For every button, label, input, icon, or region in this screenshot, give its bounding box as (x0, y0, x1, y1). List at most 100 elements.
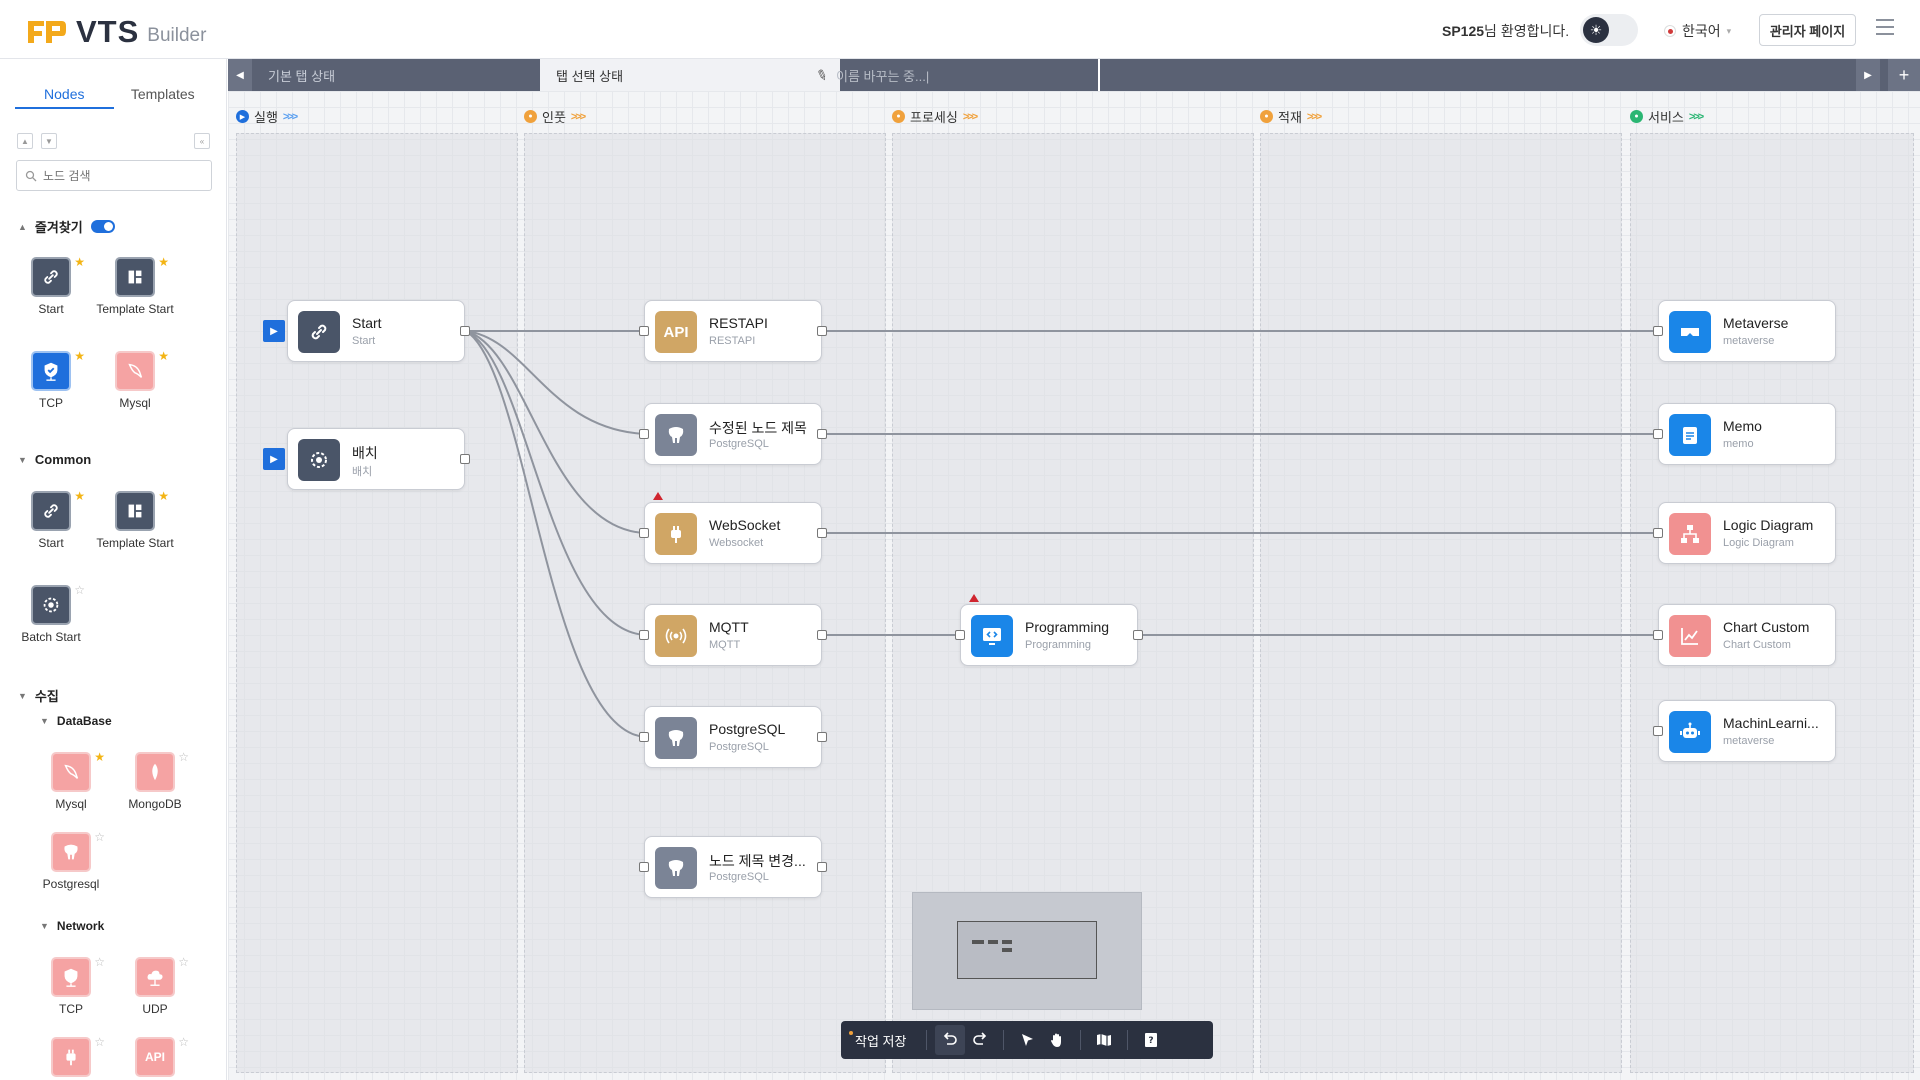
minimap-viewport[interactable] (957, 921, 1097, 979)
save-work-button[interactable]: 작업 저장 (849, 1021, 918, 1059)
node-pg-renamed[interactable]: 노드 제목 변경... PostgreSQL (639, 836, 827, 898)
star-outline-icon[interactable]: ☆ (74, 583, 85, 597)
node-postgresql[interactable]: PostgreSQL PostgreSQL (639, 706, 827, 768)
subsection-database[interactable]: ▼ DataBase (40, 714, 112, 728)
select-tool-button[interactable] (1012, 1025, 1042, 1055)
tile-db-mongodb[interactable]: ☆ MongoDB (110, 750, 200, 811)
section-common[interactable]: ▼ Common (18, 452, 91, 467)
output-port[interactable] (817, 528, 827, 538)
help-guide-button[interactable]: ? (1136, 1025, 1166, 1055)
expand-all-icon[interactable]: ▲ (17, 133, 33, 149)
node-start[interactable]: Start Start (287, 300, 470, 362)
output-port[interactable] (1133, 630, 1143, 640)
tile-common-template-start[interactable]: ★ Template Start (90, 489, 180, 550)
star-filled-icon[interactable]: ★ (74, 489, 85, 503)
node-pg-edited[interactable]: 수정된 노드 제목 PostgreSQL (639, 403, 827, 465)
theme-toggle[interactable]: ☀ (1580, 14, 1638, 46)
collapse-sidebar-icon[interactable]: « (194, 133, 210, 149)
tile-fav-mysql[interactable]: ★ Mysql (90, 349, 180, 410)
toolbar-divider (926, 1030, 928, 1050)
tile-label: Start (38, 302, 64, 316)
tile-common-start[interactable]: ★ Start (6, 489, 96, 550)
tile-net-tcp[interactable]: ☆ TCP (26, 955, 116, 1016)
run-start-button[interactable]: ▶ (263, 320, 285, 342)
node-machine-learning[interactable]: MachinLearni... metaverse (1653, 700, 1836, 762)
hand-icon (1051, 1033, 1062, 1047)
tile-net-websocket[interactable]: ☆ (26, 1035, 116, 1077)
elephant-icon (655, 847, 697, 889)
tile-net-udp[interactable]: ☆ UDP (110, 955, 200, 1016)
input-port[interactable] (1653, 429, 1663, 439)
minimap[interactable] (912, 892, 1142, 1010)
collapse-all-icon[interactable]: ▼ (41, 133, 57, 149)
star-outline-icon[interactable]: ☆ (178, 750, 189, 764)
menu-icon[interactable] (1876, 19, 1894, 37)
pan-tool-button[interactable] (1042, 1025, 1072, 1055)
node-subtitle: PostgreSQL (709, 438, 769, 450)
admin-page-button[interactable]: 관리자 페이지 (1759, 14, 1856, 46)
output-port[interactable] (817, 732, 827, 742)
node-websocket[interactable]: WebSocket Websocket (639, 502, 827, 564)
node-logic-diagram[interactable]: Logic Diagram Logic Diagram (1653, 502, 1836, 564)
redo-button[interactable] (965, 1025, 995, 1055)
undo-button[interactable] (935, 1025, 966, 1055)
language-select[interactable]: 한국어 ▾ (1664, 21, 1731, 41)
output-port[interactable] (817, 326, 827, 336)
star-filled-icon[interactable]: ★ (158, 255, 169, 269)
node-programming[interactable]: Programming Programming (955, 604, 1143, 666)
node-chart-custom[interactable]: Chart Custom Chart Custom (1653, 604, 1836, 666)
tile-db-postgresql[interactable]: ☆ Postgresql (26, 830, 116, 891)
tab-nodes[interactable]: Nodes (15, 79, 114, 109)
star-outline-icon[interactable]: ☆ (178, 955, 189, 969)
tile-net-api[interactable]: API ☆ (110, 1035, 200, 1077)
favorites-toggle[interactable] (90, 220, 115, 233)
map-toggle-button[interactable] (1089, 1025, 1119, 1055)
star-filled-icon[interactable]: ★ (94, 750, 105, 764)
input-port[interactable] (639, 528, 649, 538)
output-port[interactable] (460, 454, 470, 464)
input-port[interactable] (1653, 630, 1663, 640)
input-port[interactable] (639, 630, 649, 640)
input-port[interactable] (1653, 326, 1663, 336)
caret-down-icon: ▼ (18, 454, 27, 465)
input-port[interactable] (1653, 726, 1663, 736)
star-outline-icon[interactable]: ☆ (94, 830, 105, 844)
tile-fav-tcp[interactable]: ★ TCP (6, 349, 96, 410)
tile-fav-template-start[interactable]: ★ Template Start (90, 255, 180, 316)
flow-canvas[interactable]: ◀ 기본 탭 상태 ✎ 탭 선택 상태 ✎ 이름 바꾸는 중...| ▶ + ▶… (228, 59, 1920, 1080)
node-search[interactable] (16, 160, 212, 191)
output-port[interactable] (817, 630, 827, 640)
node-memo[interactable]: Memo memo (1653, 403, 1836, 465)
section-favorites[interactable]: ▲ 즐겨찾기 (18, 217, 115, 236)
input-port[interactable] (639, 429, 649, 439)
node-metaverse[interactable]: Metaverse metaverse (1653, 300, 1836, 362)
star-filled-icon[interactable]: ★ (158, 349, 169, 363)
toolbar-divider (1127, 1030, 1129, 1050)
run-batch-button[interactable]: ▶ (263, 448, 285, 470)
output-port[interactable] (460, 326, 470, 336)
output-port[interactable] (817, 429, 827, 439)
node-mqtt[interactable]: MQTT MQTT (639, 604, 827, 666)
input-port[interactable] (639, 326, 649, 336)
tile-common-batch-start[interactable]: ☆ Batch Start (6, 583, 96, 644)
star-filled-icon[interactable]: ★ (158, 489, 169, 503)
output-port[interactable] (817, 862, 827, 872)
node-batch[interactable]: 배치 배치 (287, 428, 470, 490)
star-filled-icon[interactable]: ★ (74, 349, 85, 363)
star-outline-icon[interactable]: ☆ (94, 1035, 105, 1049)
subsection-network[interactable]: ▼ Network (40, 919, 104, 933)
star-outline-icon[interactable]: ☆ (94, 955, 105, 969)
tile-db-mysql[interactable]: ★ Mysql (26, 750, 116, 811)
input-port[interactable] (639, 862, 649, 872)
search-input[interactable] (43, 168, 203, 183)
tab-templates[interactable]: Templates (114, 79, 213, 109)
input-port[interactable] (639, 732, 649, 742)
logo[interactable]: VTS Builder (24, 14, 206, 50)
input-port[interactable] (1653, 528, 1663, 538)
star-filled-icon[interactable]: ★ (74, 255, 85, 269)
tile-fav-start[interactable]: ★ Start (6, 255, 96, 316)
star-outline-icon[interactable]: ☆ (178, 1035, 189, 1049)
node-restapi[interactable]: API RESTAPI RESTAPI (639, 300, 827, 362)
section-collect[interactable]: ▼ 수집 (18, 686, 59, 705)
input-port[interactable] (955, 630, 965, 640)
